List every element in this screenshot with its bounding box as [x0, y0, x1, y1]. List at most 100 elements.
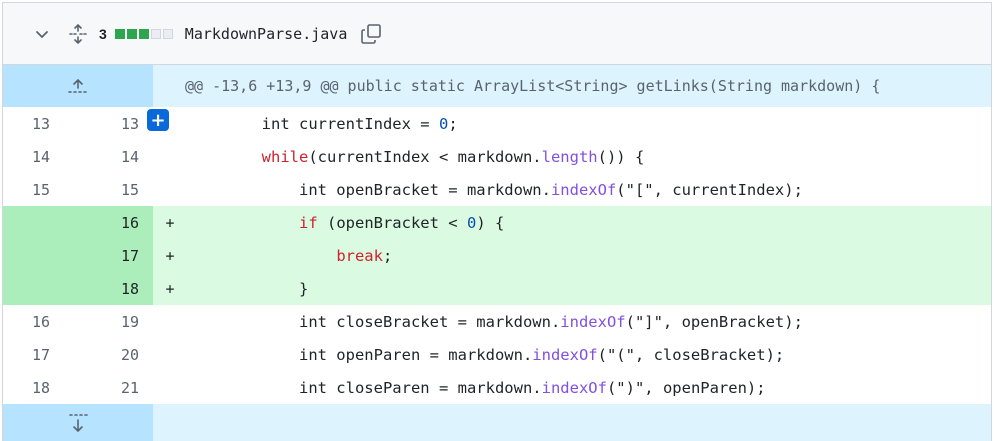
old-line-number[interactable]: 14 — [3, 140, 78, 173]
file-header: 3 MarkdownParse.java — [3, 3, 991, 65]
code-token: 0 — [466, 213, 477, 232]
code-token: indexOf — [532, 345, 598, 364]
new-line-number[interactable]: 16 — [78, 206, 153, 239]
code-token: int closeParen = markdown. — [298, 378, 542, 397]
code-line: int openParen = markdown. indexOf ("(", cl… — [187, 338, 991, 371]
added-line[interactable]: 16 + if (openBracket < 0) { — [3, 206, 991, 239]
diffstat-block-neutral — [150, 28, 161, 39]
diffstat-block-add — [114, 28, 125, 39]
new-line-number[interactable]: 17 — [78, 239, 153, 272]
copy-icon[interactable] — [359, 22, 383, 46]
diffstat-block-add — [126, 28, 137, 39]
code-line: int closeBracket = markdown. indexOf ("]",… — [187, 305, 991, 338]
diff-lines: 13 13 + int currentIndex = 0; 14 14 while (cu… — [3, 107, 991, 404]
new-line-number-text: 15 — [120, 180, 139, 199]
code-token: 0 — [438, 114, 449, 133]
old-line-number[interactable]: 15 — [3, 173, 78, 206]
code-token: int openBracket = markdown. — [298, 180, 551, 199]
hunk-header: @@ -13,6 +13,9 @@ public static ArrayLis… — [185, 77, 881, 95]
code-token: ("]", openBracket); — [625, 312, 803, 331]
code-line: if (openBracket < 0) { — [187, 206, 991, 239]
code-token: while — [261, 147, 309, 166]
context-line[interactable]: 14 14 while (currentIndex < markdown. lengt… — [3, 140, 991, 173]
old-line-number[interactable]: 17 — [3, 338, 78, 371]
diff-sign — [153, 140, 187, 173]
code-token: indexOf — [550, 180, 617, 199]
expand-up-icon[interactable] — [3, 65, 153, 107]
code-line: int currentIndex = 0; — [187, 107, 991, 140]
new-line-number-text: 16 — [120, 213, 139, 232]
old-line-number[interactable]: 13 — [3, 107, 78, 140]
diffstat-block-add — [138, 28, 149, 39]
new-line-number[interactable]: 15 — [78, 173, 153, 206]
diff-file: 3 MarkdownParse.java @@ -13,6 +13,9 @@ p… — [2, 2, 992, 441]
new-line-number[interactable]: 20 — [78, 338, 153, 371]
context-line[interactable]: 16 19 int closeBracket = markdown. indexOf… — [3, 305, 991, 338]
code-token: (openBracket < — [317, 213, 467, 232]
new-line-number[interactable]: 13 + — [78, 107, 169, 140]
old-line-number[interactable] — [3, 272, 78, 305]
unfold-icon[interactable] — [67, 23, 89, 45]
context-line[interactable]: 18 21 int closeParen = markdown. indexOf ("… — [3, 371, 991, 404]
chevron-down-icon[interactable] — [33, 25, 51, 43]
new-line-number[interactable]: 18 — [78, 272, 153, 305]
context-line[interactable]: 15 15 int openBracket = markdown. indexOf(… — [3, 173, 991, 206]
code-token: ()) { — [597, 147, 645, 166]
code-line: int closeParen = markdown. indexOf (")", o… — [187, 371, 991, 404]
code-token: indexOf — [541, 378, 607, 397]
code-line: while (currentIndex < markdown. length()) … — [187, 140, 991, 173]
diff-sign: + — [153, 206, 187, 239]
code-token: ; — [448, 114, 458, 133]
diffstat-count: 3 — [99, 25, 107, 42]
code-token: (currentIndex < markdown. — [308, 147, 542, 166]
hunk-header-row: @@ -13,6 +13,9 @@ public static ArrayLis… — [3, 65, 991, 107]
diff-sign — [153, 371, 187, 404]
file-name[interactable]: MarkdownParse.java — [185, 25, 348, 43]
new-line-number-text: 18 — [120, 279, 139, 298]
code-token: } — [298, 279, 309, 298]
code-token: length — [541, 147, 598, 166]
diffstat-block-neutral — [162, 28, 173, 39]
new-line-number-text: 17 — [120, 246, 139, 265]
code-token: ("[", currentIndex); — [616, 180, 803, 199]
expand-bottom-area — [153, 404, 991, 441]
code-token: ; — [382, 246, 393, 265]
expand-down-icon[interactable] — [3, 404, 153, 441]
diff-sign — [153, 305, 187, 338]
added-line[interactable]: 18 + } — [3, 272, 991, 305]
new-line-number[interactable]: 19 — [78, 305, 153, 338]
code-token: ("(", closeBracket); — [597, 345, 785, 364]
new-line-number-text: 19 — [120, 312, 139, 331]
old-line-number[interactable] — [3, 239, 78, 272]
old-line-number[interactable]: 16 — [3, 305, 78, 338]
old-line-number[interactable]: 18 — [3, 371, 78, 404]
new-line-number[interactable]: 14 — [78, 140, 153, 173]
new-line-number-text: 20 — [120, 345, 139, 364]
code-token: (")", openParen); — [606, 378, 766, 397]
diffstat-bar — [114, 28, 173, 39]
old-line-number[interactable] — [3, 206, 78, 239]
code-token: int openParen = markdown. — [298, 345, 533, 364]
code-token: if — [298, 213, 318, 232]
diff-sign: + — [153, 272, 187, 305]
code-line: int openBracket = markdown. indexOf ("[", … — [187, 173, 991, 206]
new-line-number-text: 21 — [120, 378, 139, 397]
plus-icon[interactable]: + — [147, 109, 169, 131]
diff-sign — [153, 338, 187, 371]
added-line[interactable]: 17 + break; — [3, 239, 991, 272]
code-token: indexOf — [560, 312, 626, 331]
expand-bottom-row — [3, 404, 991, 441]
context-line[interactable]: 13 13 + int currentIndex = 0; — [3, 107, 991, 140]
code-token: int closeBracket = markdown. — [298, 312, 561, 331]
new-line-number[interactable]: 21 — [78, 371, 153, 404]
diff-sign — [153, 173, 187, 206]
context-line[interactable]: 17 20 int openParen = markdown. indexOf ("(… — [3, 338, 991, 371]
